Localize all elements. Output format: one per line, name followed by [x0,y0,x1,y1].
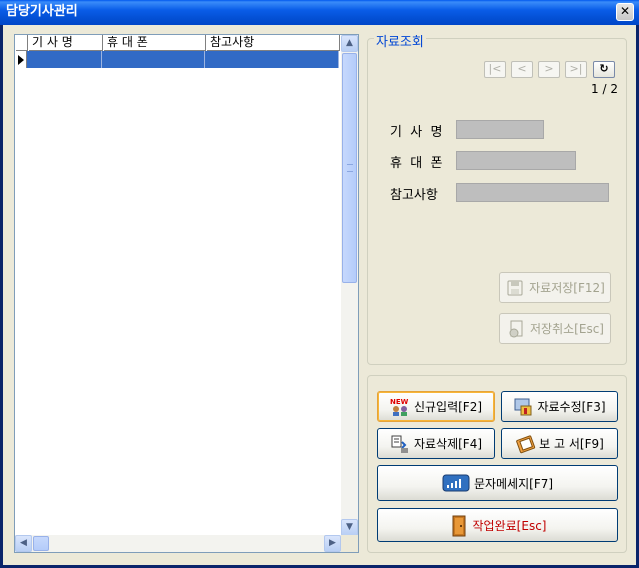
column-header-note[interactable]: 참고사항 [206,35,340,51]
chevron-up-icon: ▲ [346,38,353,48]
refresh-icon: ↻ [599,62,609,75]
grip-icon [347,164,353,172]
report-button[interactable]: 보 고 서[F9] [501,428,618,459]
delete-button-label: 자료삭제[F4] [413,437,483,451]
horizontal-scroll-thumb[interactable] [33,536,49,551]
groupbox-title: 자료조회 [374,31,426,50]
action-panel: NEW 신규입력[F2] 자료수정[F3] 자료삭제[F4] 보 고 서[F9]… [367,375,627,553]
label-phone: 휴 대 폰 [390,156,443,171]
delete-button[interactable]: 자료삭제[F4] [377,428,495,459]
svg-text:NEW: NEW [390,398,409,406]
grid-header: 기 사 명 휴 대 폰 참고사항 [15,35,340,51]
cancel-save-button[interactable]: 저장취소[Esc] [499,313,611,344]
new-entry-button[interactable]: NEW 신규입력[F2] [377,391,495,422]
scroll-right-button[interactable]: ▶ [324,535,341,552]
nav-last-button[interactable]: >| [565,61,587,78]
driver-grid[interactable]: 기 사 명 휴 대 폰 참고사항 ▲ ▼ ◀ ▶ [14,34,359,553]
refresh-button[interactable]: ↻ [593,61,615,78]
nav-prev-button[interactable]: < [511,61,533,78]
table-row[interactable] [15,51,340,68]
nav-first-button[interactable]: |< [484,61,506,78]
edit-button[interactable]: 자료수정[F3] [501,391,618,422]
phone-field[interactable] [456,151,576,170]
client-area: 기 사 명 휴 대 폰 참고사항 ▲ ▼ ◀ ▶ 자료조회 |< < > >| … [3,25,636,565]
scroll-left-button[interactable]: ◀ [15,535,32,552]
new-users-icon: NEW [390,397,410,417]
label-note: 참고사항 [390,188,438,203]
name-field[interactable] [456,120,544,139]
new-entry-button-label: 신규입력[F2] [413,400,483,414]
done-button-label: 작업완료[Esc] [472,518,547,533]
report-icon [515,434,536,454]
vertical-scroll-thumb[interactable] [342,53,357,283]
window: 담당기사관리 ✕ 기 사 명 휴 대 폰 참고사항 ▲ ▼ ◀ ▶ 자료조회 |… [0,0,639,568]
edit-button-label: 자료수정[F3] [537,400,606,414]
first-icon: |< [488,62,502,75]
cancel-save-button-label: 저장취소[Esc] [530,322,604,336]
note-field[interactable] [456,183,609,202]
cell-phone[interactable] [102,51,205,68]
exit-door-icon [449,515,469,537]
sms-button[interactable]: 문자메세지[F7] [377,465,618,501]
cell-name[interactable] [27,51,102,68]
sms-signal-icon [442,473,470,493]
undo-document-icon [506,319,526,339]
chevron-down-icon: ▼ [346,522,353,532]
save-button[interactable]: 자료저장[F12] [499,272,611,303]
edit-tools-icon [513,397,533,417]
close-button[interactable]: ✕ [616,3,634,21]
save-button-label: 자료저장[F12] [529,281,605,295]
chevron-right-icon: ▶ [329,538,336,548]
horizontal-scrollbar[interactable]: ◀ ▶ [15,535,341,552]
title-bar[interactable]: 담당기사관리 ✕ [0,0,639,25]
chevron-left-icon: ◀ [20,538,27,548]
next-icon: > [544,62,554,75]
window-title: 담당기사관리 [6,4,78,19]
column-header-name[interactable]: 기 사 명 [28,35,103,51]
scroll-down-button[interactable]: ▼ [341,519,358,536]
delete-trash-icon [390,434,410,454]
floppy-disk-icon [505,278,525,298]
column-header-phone[interactable]: 휴 대 폰 [103,35,206,51]
close-icon: ✕ [619,4,631,18]
vertical-scrollbar[interactable]: ▲ ▼ [341,35,358,536]
pager-text: 1 / 2 [591,82,618,96]
grid-header-indicator [15,35,28,51]
done-button[interactable]: 작업완료[Esc] [377,508,618,542]
row-indicator-icon [15,51,27,68]
sms-button-label: 문자메세지[F7] [473,476,554,491]
label-name: 기 사 명 [390,125,443,140]
last-icon: >| [569,62,583,75]
report-button-label: 보 고 서[F9] [539,437,604,451]
scroll-up-button[interactable]: ▲ [341,35,358,52]
prev-icon: < [517,62,527,75]
scroll-corner [341,535,358,552]
detail-groupbox: 자료조회 |< < > >| ↻ 1 / 2 기 사 명 휴 대 폰 참고사항 [367,31,627,365]
cell-note[interactable] [205,51,339,68]
nav-next-button[interactable]: > [538,61,560,78]
